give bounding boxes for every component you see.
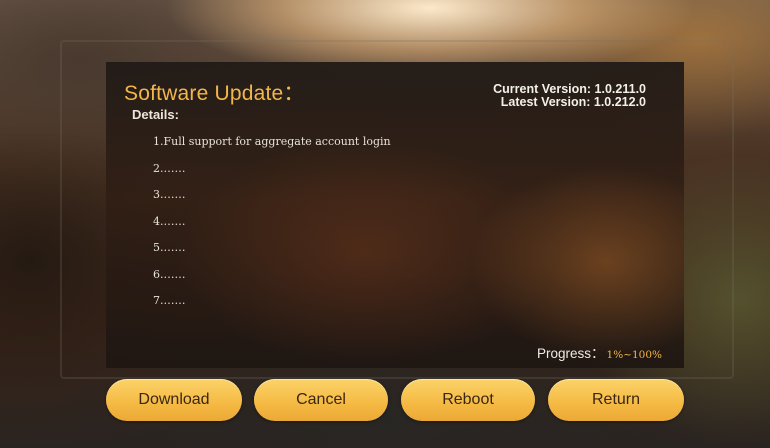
- latest-version: Latest Version: 1.0.212.0: [500, 95, 646, 109]
- detail-item-3: 3.……: [153, 188, 186, 201]
- update-panel: Software Update： Details: Current Versio…: [106, 62, 684, 368]
- page-title: Software Update：: [124, 82, 305, 105]
- detail-item-6: 6.……: [153, 267, 186, 281]
- detail-item-5: 5.……: [153, 241, 186, 254]
- progress-indicator: Progress： 1%~100%: [537, 342, 662, 363]
- cancel-button[interactable]: Cancel: [254, 379, 388, 421]
- details-list: 1.Full support for aggregate account log…: [153, 135, 391, 321]
- detail-item-7: 7.……: [153, 294, 186, 307]
- return-button[interactable]: Return: [548, 379, 684, 421]
- detail-item-2: 2.……: [153, 161, 186, 175]
- detail-item-1: 1.Full support for aggregate account log…: [153, 135, 391, 148]
- details-label: Details:: [132, 107, 179, 122]
- download-button[interactable]: Download: [106, 379, 242, 421]
- progress-label: Progress：: [536, 346, 605, 361]
- reboot-button[interactable]: Reboot: [401, 379, 535, 421]
- version-info: Current Version: 1.0.211.0 Latest Versio…: [493, 83, 646, 109]
- detail-item-4: 4.……: [153, 214, 186, 228]
- progress-value: 1%~100%: [606, 349, 662, 361]
